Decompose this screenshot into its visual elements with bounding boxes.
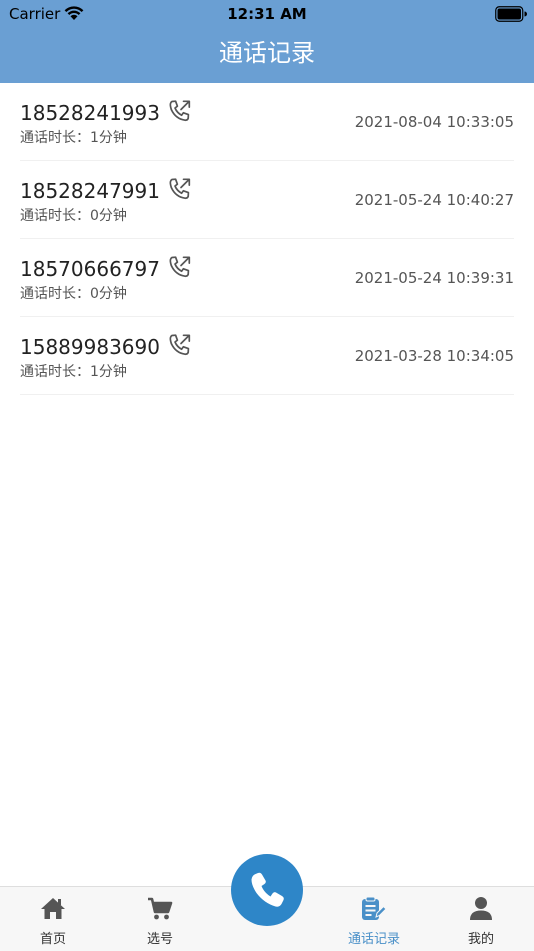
notepad-icon — [362, 896, 387, 920]
status-time: 12:31 AM — [227, 5, 307, 23]
outgoing-call-icon[interactable] — [167, 98, 193, 124]
call-log-item[interactable]: 18570666797 通话时长：0分钟 2021-05-24 10:39:31 — [20, 239, 514, 317]
page-title: 通话记录 — [219, 39, 315, 67]
call-datetime: 2021-05-24 10:40:27 — [354, 191, 514, 209]
outgoing-call-icon[interactable] — [167, 254, 193, 280]
home-icon — [41, 898, 65, 919]
call-number: 18528241993 — [20, 98, 193, 126]
battery-icon — [495, 6, 527, 22]
nav-header: 通话记录 — [0, 28, 534, 83]
tab-label: 通话记录 — [347, 932, 400, 947]
outgoing-call-icon[interactable] — [167, 332, 193, 358]
tab-profile[interactable]: 我的 — [428, 887, 534, 951]
call-datetime: 2021-08-04 10:33:05 — [354, 113, 514, 131]
tab-label: 首页 — [39, 932, 66, 947]
outgoing-call-icon[interactable] — [167, 176, 193, 202]
tab-home[interactable]: 首页 — [0, 887, 106, 951]
status-bar: Carrier 12:31 AM — [0, 0, 534, 28]
tab-select-number[interactable]: 选号 — [107, 887, 213, 951]
call-duration: 通话时长：1分钟 — [20, 364, 127, 380]
call-duration: 通话时长：1分钟 — [20, 130, 127, 146]
call-datetime: 2021-03-28 10:34:05 — [354, 347, 514, 365]
dial-button[interactable] — [231, 854, 303, 926]
call-duration: 通话时长：0分钟 — [20, 208, 127, 224]
call-number: 18528247991 — [20, 176, 193, 204]
call-duration: 通话时长：0分钟 — [20, 286, 127, 302]
call-log-item[interactable]: 18528247991 通话时长：0分钟 2021-05-24 10:40:27 — [20, 161, 514, 239]
call-log-item[interactable]: 18528241993 通话时长：1分钟 2021-08-04 10:33:05 — [20, 83, 514, 161]
cart-icon — [148, 897, 173, 920]
call-number: 15889983690 — [20, 332, 193, 360]
tab-label: 我的 — [467, 932, 494, 947]
user-icon — [470, 897, 492, 920]
tab-call-log[interactable]: 通话记录 — [321, 887, 427, 951]
call-log-list: 18528241993 通话时长：1分钟 2021-08-04 10:33:05… — [0, 83, 534, 395]
call-number: 18570666797 — [20, 254, 193, 282]
phone-icon — [251, 872, 284, 907]
call-datetime: 2021-05-24 10:39:31 — [354, 269, 514, 287]
tab-label: 选号 — [146, 932, 173, 947]
call-log-item[interactable]: 15889983690 通话时长：1分钟 2021-03-28 10:34:05 — [20, 317, 514, 395]
